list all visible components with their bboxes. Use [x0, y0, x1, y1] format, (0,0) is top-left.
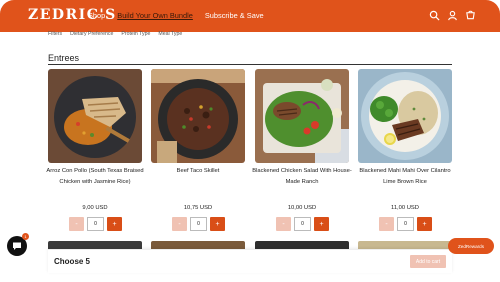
- product-price: 11,00 USD: [391, 205, 419, 211]
- product-name[interactable]: Blackened Chicken Salad With House-Made …: [251, 166, 353, 188]
- filter-meal-type[interactable]: Meal Type: [158, 31, 182, 37]
- quantity-input[interactable]: 0: [397, 217, 414, 231]
- quantity-stepper: - 0 +: [172, 217, 226, 231]
- search-icon[interactable]: [429, 10, 440, 21]
- bundle-bar: Choose 5 Add to cart: [48, 249, 452, 273]
- bundle-title: Choose 5: [54, 257, 91, 266]
- decrease-button[interactable]: -: [276, 217, 291, 231]
- quantity-stepper: - 0 +: [276, 217, 330, 231]
- product-name[interactable]: Beef Taco Skillet: [147, 166, 249, 177]
- increase-button[interactable]: +: [314, 217, 329, 231]
- product-price: 10,75 USD: [183, 205, 213, 211]
- main-nav: Shop Build Your Own Bundle Subscribe & S…: [88, 11, 264, 20]
- page: ZEDRIC'S Shop Build Your Own Bundle Subs…: [0, 0, 500, 282]
- quantity-input[interactable]: 0: [190, 217, 207, 231]
- product-image[interactable]: [48, 69, 142, 163]
- decrease-button[interactable]: -: [172, 217, 187, 231]
- product-image[interactable]: [255, 69, 349, 163]
- product-image[interactable]: [358, 69, 452, 163]
- filter-protein[interactable]: Protein Type: [121, 31, 150, 37]
- nav-item-subscribe[interactable]: Subscribe & Save: [205, 11, 264, 20]
- site-header: ZEDRIC'S Shop Build Your Own Bundle Subs…: [0, 0, 500, 32]
- product-name[interactable]: Arroz Con Pollo (South Texas Braised Chi…: [44, 166, 146, 188]
- nav-item-build-bundle[interactable]: Build Your Own Bundle: [117, 11, 193, 20]
- section-divider: [48, 64, 452, 65]
- product-card[interactable]: Beef Taco Skillet 10,75 USD - 0 +: [151, 69, 245, 231]
- user-icon[interactable]: [447, 10, 458, 21]
- product-card[interactable]: Arroz Con Pollo (South Texas Braised Chi…: [46, 69, 144, 231]
- product-card[interactable]: Blackened Chicken Salad With House-Made …: [252, 69, 352, 231]
- add-to-cart-button[interactable]: Add to cart: [410, 255, 446, 268]
- quantity-stepper: - 0 +: [379, 217, 433, 231]
- quantity-input[interactable]: 0: [87, 217, 104, 231]
- product-image[interactable]: [151, 69, 245, 163]
- chat-icon: [13, 242, 21, 250]
- quantity-stepper: - 0 +: [69, 217, 123, 231]
- increase-button[interactable]: +: [417, 217, 432, 231]
- chat-badge: 1: [22, 233, 29, 240]
- cart-icon[interactable]: [465, 10, 476, 21]
- nav-item-shop[interactable]: Shop: [88, 11, 105, 20]
- increase-button[interactable]: +: [210, 217, 225, 231]
- rewards-button[interactable]: ZedRewards: [448, 238, 494, 254]
- decrease-button[interactable]: -: [69, 217, 84, 231]
- filter-link[interactable]: Filters: [48, 31, 62, 37]
- quantity-input[interactable]: 0: [294, 217, 311, 231]
- product-price: 10,00 USD: [287, 205, 317, 211]
- filter-dietary[interactable]: Dietary Preference: [70, 31, 113, 37]
- increase-button[interactable]: +: [107, 217, 122, 231]
- decrease-button[interactable]: -: [379, 217, 394, 231]
- product-price: 9,00 USD: [82, 205, 108, 211]
- header-icons: [429, 10, 476, 21]
- product-card[interactable]: Blackened Mahi Mahi Over Cilantro Lime B…: [358, 69, 452, 231]
- filter-breadcrumb: Filters Dietary Preference Protein Type …: [48, 31, 182, 37]
- section-title: Entrees: [48, 53, 80, 63]
- product-name[interactable]: Blackened Mahi Mahi Over Cilantro Lime B…: [354, 166, 456, 188]
